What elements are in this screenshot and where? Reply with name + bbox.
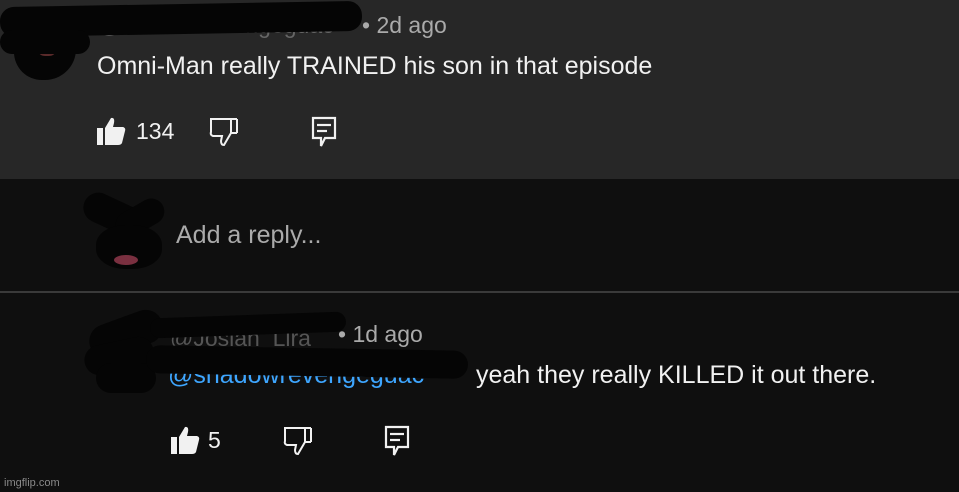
avatar <box>78 187 170 273</box>
dislike-icon <box>209 117 239 147</box>
redaction-scribble <box>149 311 347 339</box>
dislike-icon <box>283 426 313 456</box>
reply-composer: Add a reply... <box>0 179 959 292</box>
reply-button[interactable] <box>384 425 410 457</box>
reply-time: • 1d ago <box>338 321 423 347</box>
reply-button[interactable] <box>311 116 337 148</box>
comment-time: • 2d ago <box>362 12 447 38</box>
like-button[interactable] <box>96 116 128 146</box>
like-icon <box>170 425 202 455</box>
reply-card: @Josiah_Lira • 1d ago @shadowrevengeguac… <box>0 293 959 492</box>
reply-input[interactable]: Add a reply... <box>176 221 876 255</box>
like-count: 134 <box>136 118 175 144</box>
redaction-scribble <box>0 30 90 54</box>
like-icon <box>96 116 128 146</box>
comment-card: @shadowrevengeguac • 2d ago Omni-Man rea… <box>0 0 959 179</box>
dislike-button[interactable] <box>209 117 239 147</box>
like-button[interactable] <box>170 425 202 455</box>
watermark: imgflip.com <box>4 477 60 489</box>
comment-text: Omni-Man really TRAINED his son in that … <box>97 52 653 80</box>
reply-input-placeholder: Add a reply... <box>176 221 322 249</box>
reply-text: yeah they really KILLED it out there. <box>472 361 877 390</box>
reply-icon <box>384 425 410 457</box>
like-count: 5 <box>208 427 221 453</box>
dislike-button[interactable] <box>283 426 313 456</box>
reply-icon <box>311 116 337 148</box>
redaction-scribble <box>145 345 469 379</box>
